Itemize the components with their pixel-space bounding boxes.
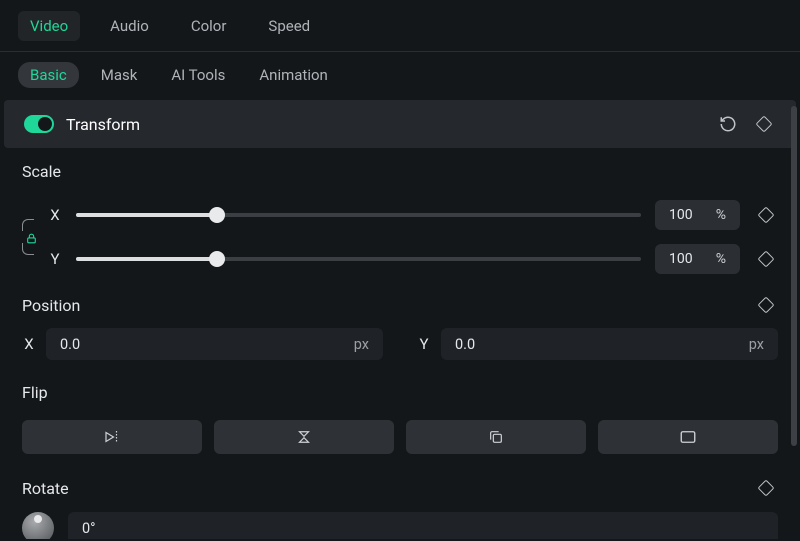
keyframe-scale-y-icon[interactable] [754, 247, 778, 271]
transform-title: Transform [66, 115, 704, 134]
flip-button-row [22, 420, 778, 454]
tab-speed[interactable]: Speed [256, 11, 322, 41]
rotate-row: 0° [22, 510, 778, 539]
scale-y-value[interactable]: 100 % [655, 244, 740, 274]
fit-screen-button[interactable] [598, 420, 778, 454]
scale-y-row: Y 100 % [22, 243, 778, 275]
tab-ai-tools[interactable]: AI Tools [159, 62, 237, 88]
scale-x-row: X 100 % [22, 199, 778, 231]
flip-vertical-button[interactable] [214, 420, 394, 454]
tab-basic[interactable]: Basic [18, 62, 79, 88]
reset-icon[interactable] [716, 112, 740, 136]
scale-y-axis-label: Y [48, 250, 62, 268]
sub-tabs: Basic Mask AI Tools Animation [0, 52, 800, 100]
main-tabs: Video Audio Color Speed [0, 0, 800, 52]
bracket-bottom-icon [22, 243, 34, 255]
flip-horizontal-button[interactable] [22, 420, 202, 454]
scale-x-slider[interactable] [76, 213, 641, 217]
crop-button[interactable] [406, 420, 586, 454]
tab-mask[interactable]: Mask [89, 62, 150, 88]
transform-toggle[interactable] [24, 115, 54, 133]
scrollbar[interactable] [791, 106, 797, 446]
flip-label: Flip [22, 383, 778, 402]
bracket-top-icon [22, 219, 34, 231]
scale-y-slider[interactable] [76, 257, 641, 261]
position-x-input[interactable]: 0.0 px [46, 328, 383, 360]
keyframe-position-icon[interactable] [754, 293, 778, 317]
tab-audio[interactable]: Audio [98, 11, 161, 41]
tab-animation[interactable]: Animation [247, 62, 339, 88]
tab-color[interactable]: Color [179, 11, 239, 41]
rotate-value-input[interactable]: 0° [68, 512, 778, 539]
scale-x-axis-label: X [48, 206, 62, 224]
position-row: X 0.0 px Y 0.0 px [22, 327, 778, 361]
position-label: Position [22, 296, 80, 315]
position-y-input[interactable]: 0.0 px [441, 328, 778, 360]
keyframe-scale-x-icon[interactable] [754, 203, 778, 227]
scale-x-value[interactable]: 100 % [655, 200, 740, 230]
rotate-label: Rotate [22, 479, 69, 498]
rotate-knob[interactable] [22, 512, 54, 539]
tab-video[interactable]: Video [18, 11, 80, 41]
keyframe-header-icon[interactable] [752, 112, 776, 136]
scale-label: Scale [22, 162, 778, 181]
keyframe-rotate-icon[interactable] [754, 476, 778, 500]
transform-section-header: Transform [4, 100, 796, 148]
position-y-axis-label: Y [417, 335, 431, 353]
position-x-axis-label: X [22, 335, 36, 353]
